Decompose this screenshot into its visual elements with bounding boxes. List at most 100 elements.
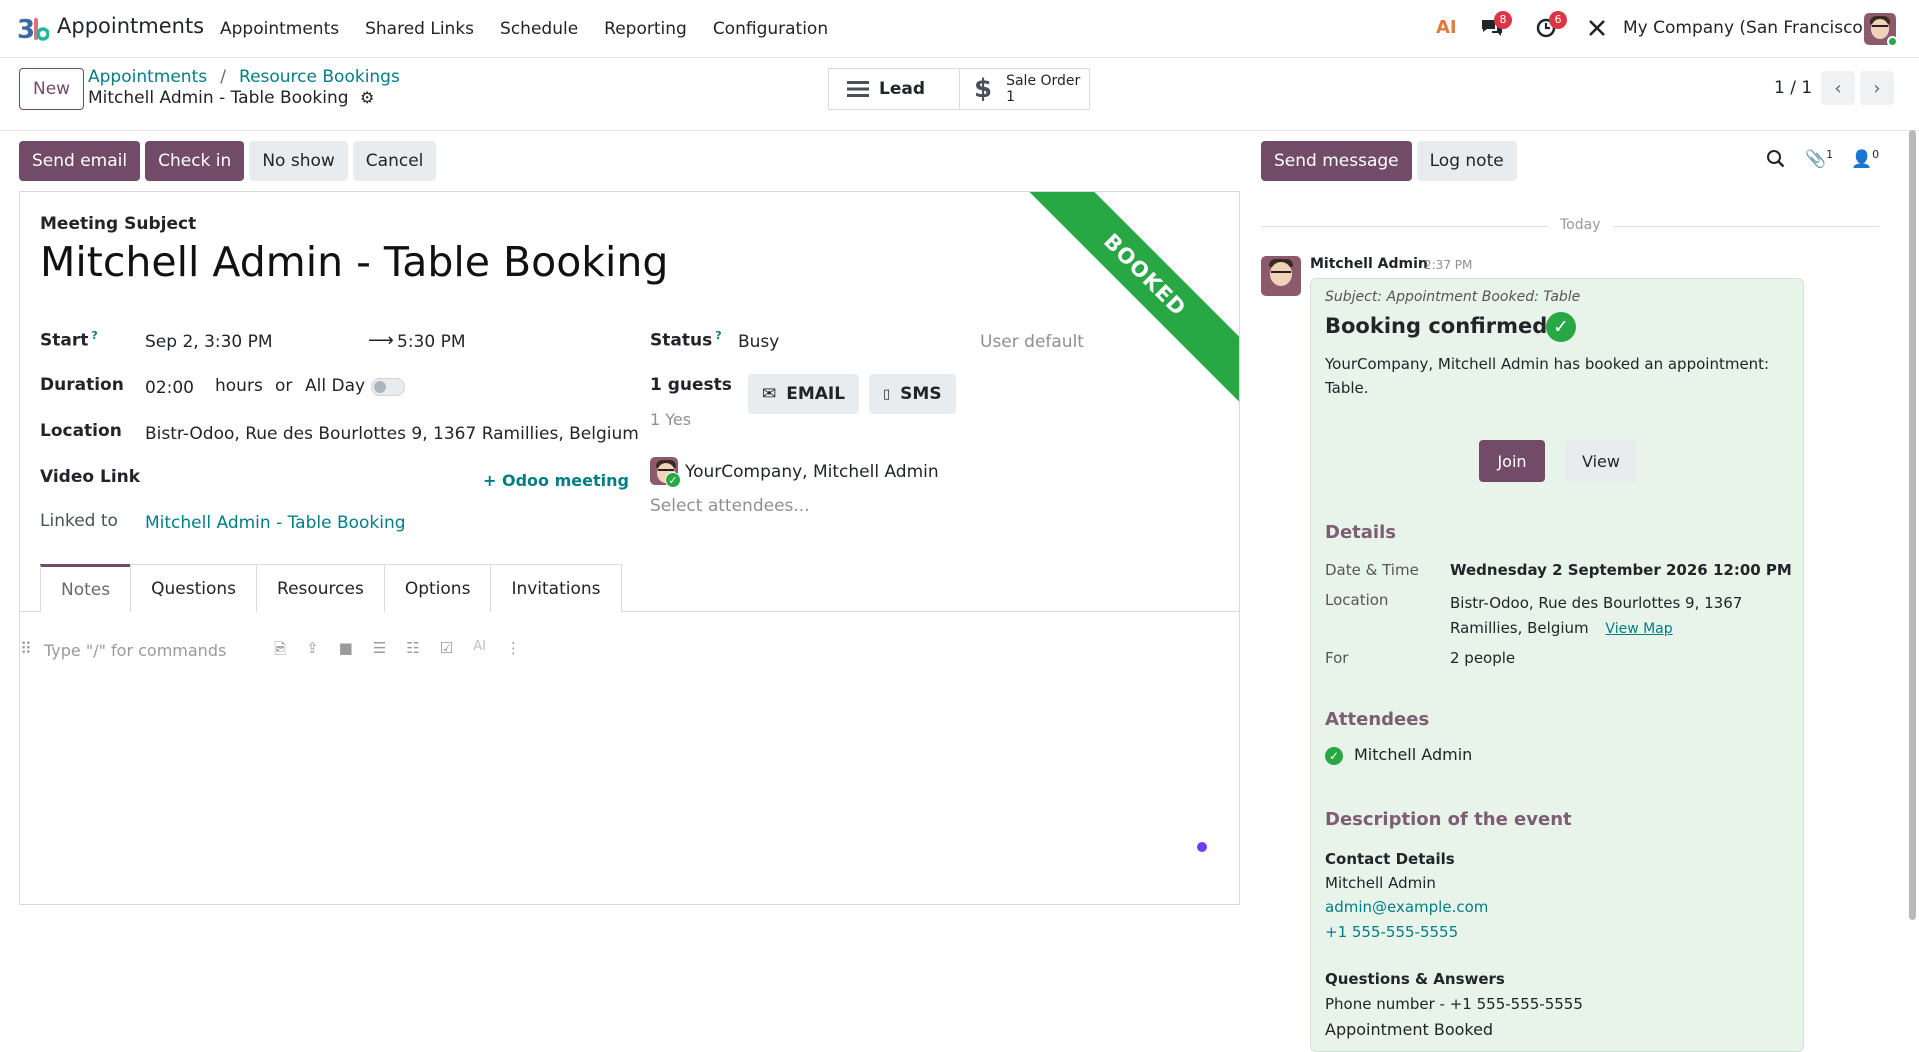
linked-to-link[interactable]: Mitchell Admin - Table Booking xyxy=(145,513,406,533)
email-attendees-button[interactable]: ✉ EMAIL xyxy=(748,374,860,414)
ai-tool-icon[interactable]: AI xyxy=(473,639,486,664)
tab-notes[interactable]: Notes xyxy=(40,564,132,612)
notebook-tabs: Notes Questions Resources Options Invita… xyxy=(40,564,622,612)
start-label: Start? xyxy=(40,329,98,351)
image-icon[interactable]: 🖻 xyxy=(274,639,286,664)
menu-configuration[interactable]: Configuration xyxy=(713,19,828,39)
tab-invitations[interactable]: Invitations xyxy=(490,564,622,612)
chatter-search-icon[interactable] xyxy=(1766,149,1786,173)
tab-options[interactable]: Options xyxy=(383,564,492,612)
guests-yes-count: 1 Yes xyxy=(650,410,692,429)
cancel-button[interactable]: Cancel xyxy=(352,141,437,181)
chatter-actions: Send message Log note xyxy=(1261,141,1517,181)
pager-previous-button[interactable]: ‹ xyxy=(1821,71,1855,105)
plus-icon: + xyxy=(483,471,497,490)
attendee-avatar[interactable]: ✓ xyxy=(650,457,681,488)
stat-lead-label: Lead xyxy=(879,79,926,99)
app-name[interactable]: Appointments xyxy=(57,14,204,38)
odoo-meeting-link[interactable]: + Odoo meeting xyxy=(483,471,629,490)
breadcrumb-separator: / xyxy=(220,67,226,87)
location-detail-label: Location xyxy=(1325,591,1389,609)
menu-appointments[interactable]: Appointments xyxy=(220,19,339,39)
duration-input[interactable]: 02:00 xyxy=(145,378,194,398)
message-subject: Subject: Appointment Booked: Table xyxy=(1325,289,1581,305)
stat-button-lead[interactable]: Lead xyxy=(828,68,960,110)
message-author[interactable]: Mitchell Admin xyxy=(1310,256,1428,272)
view-map-link[interactable]: View Map xyxy=(1605,621,1672,637)
pager-value[interactable]: 1 / 1 xyxy=(1774,78,1812,98)
log-note-button[interactable]: Log note xyxy=(1416,141,1517,181)
pager-next-button[interactable]: › xyxy=(1860,71,1894,105)
ai-label: AI xyxy=(1436,17,1457,38)
meeting-subject-input[interactable]: Mitchell Admin - Table Booking xyxy=(40,238,668,286)
start-input[interactable]: Sep 2, 3:30 PM xyxy=(145,332,273,352)
checklist-icon[interactable]: ☑ xyxy=(440,639,453,664)
message-author-avatar[interactable] xyxy=(1261,256,1301,296)
send-email-button[interactable]: Send email xyxy=(19,141,141,181)
media-icon[interactable]: ■ xyxy=(339,639,353,664)
stat-sale-value: 1 xyxy=(1006,89,1016,105)
drag-handle-icon[interactable]: ⠿ xyxy=(20,639,32,658)
breadcrumb-appointments[interactable]: Appointments xyxy=(88,67,207,87)
attendee-check-icon: ✓ xyxy=(1325,747,1343,765)
chatter-scrollbar[interactable] xyxy=(1909,130,1916,920)
attachments-button[interactable]: 📎1 xyxy=(1805,148,1833,170)
followers-count: 0 xyxy=(1872,148,1880,161)
contact-phone-link[interactable]: +1 555-555-5555 xyxy=(1325,923,1458,941)
gear-icon[interactable]: ⚙ xyxy=(360,88,374,107)
record-name-text: Mitchell Admin - Table Booking xyxy=(88,88,349,108)
qa-title: Questions & Answers xyxy=(1325,970,1505,988)
join-button[interactable]: Join xyxy=(1479,440,1545,482)
odoo-appointments-logo-icon[interactable]: 3 xyxy=(17,14,49,44)
location-line1: Bistr-Odoo, Rue des Bourlottes 9, 1367 xyxy=(1450,594,1743,612)
stop-input[interactable]: 5:30 PM xyxy=(397,332,466,352)
bullet-list-icon[interactable]: ☰ xyxy=(373,639,386,664)
user-default-field[interactable]: User default xyxy=(980,332,1084,352)
breadcrumb-resource-bookings[interactable]: Resource Bookings xyxy=(239,67,400,87)
upload-icon[interactable]: ⇪ xyxy=(306,639,319,664)
status-label-text: Status xyxy=(650,330,713,351)
allday-toggle[interactable] xyxy=(371,378,405,396)
new-button[interactable]: New xyxy=(19,68,85,110)
chevron-left-icon: ‹ xyxy=(1834,77,1842,99)
allday-label: All Day xyxy=(305,376,366,396)
date-time-label: Date & Time xyxy=(1325,561,1419,579)
notes-editor[interactable]: Type "/" for commands xyxy=(44,641,226,660)
duration-label: Duration xyxy=(40,375,124,395)
send-message-button[interactable]: Send message xyxy=(1261,141,1412,181)
no-show-button[interactable]: No show xyxy=(249,141,348,181)
dollar-icon: $ xyxy=(974,74,993,104)
location-input[interactable]: Bistr-Odoo, Rue des Bourlottes 9, 1367 R… xyxy=(145,424,639,444)
activities-count-badge: 6 xyxy=(1549,11,1567,29)
activities-clock-icon[interactable]: 6 xyxy=(1535,11,1567,39)
user-avatar[interactable] xyxy=(1864,13,1898,47)
contact-name: Mitchell Admin xyxy=(1325,874,1436,892)
check-in-button[interactable]: Check in xyxy=(145,141,245,181)
contact-email-link[interactable]: admin@example.com xyxy=(1325,898,1488,916)
status-help-icon[interactable]: ? xyxy=(715,329,721,342)
numbered-list-icon[interactable]: ☷ xyxy=(406,639,419,664)
message-time: 2:37 PM xyxy=(1424,258,1473,272)
tab-resources[interactable]: Resources xyxy=(256,564,385,612)
odoo-meeting-text: Odoo meeting xyxy=(501,471,629,490)
menu-reporting[interactable]: Reporting xyxy=(604,19,687,39)
ai-icon[interactable]: AI xyxy=(1436,17,1457,38)
attendee-name[interactable]: YourCompany, Mitchell Admin xyxy=(685,462,939,482)
company-switcher[interactable]: My Company (San Francisco) xyxy=(1623,18,1869,38)
messaging-icon[interactable]: 8 xyxy=(1480,11,1512,39)
tab-questions[interactable]: Questions xyxy=(130,564,258,612)
start-help-icon[interactable]: ? xyxy=(91,329,97,342)
menu-shared-links[interactable]: Shared Links xyxy=(365,19,474,39)
select-attendees-input[interactable]: Select attendees... xyxy=(650,496,810,516)
start-label-text: Start xyxy=(40,330,89,351)
view-button[interactable]: View xyxy=(1565,440,1637,482)
more-vertical-icon[interactable]: ⋮ xyxy=(506,639,521,664)
meeting-subject-label: Meeting Subject xyxy=(40,214,197,234)
tools-icon[interactable] xyxy=(1587,18,1607,43)
status-select[interactable]: Busy xyxy=(738,332,779,352)
stat-button-sale-order[interactable]: $ Sale Order 1 xyxy=(959,68,1090,110)
record-name: Mitchell Admin - Table Booking ⚙ xyxy=(88,88,374,108)
menu-schedule[interactable]: Schedule xyxy=(500,19,578,39)
followers-button[interactable]: 👤0 xyxy=(1851,148,1879,170)
sms-attendees-button[interactable]: ▯ SMS xyxy=(869,374,956,414)
